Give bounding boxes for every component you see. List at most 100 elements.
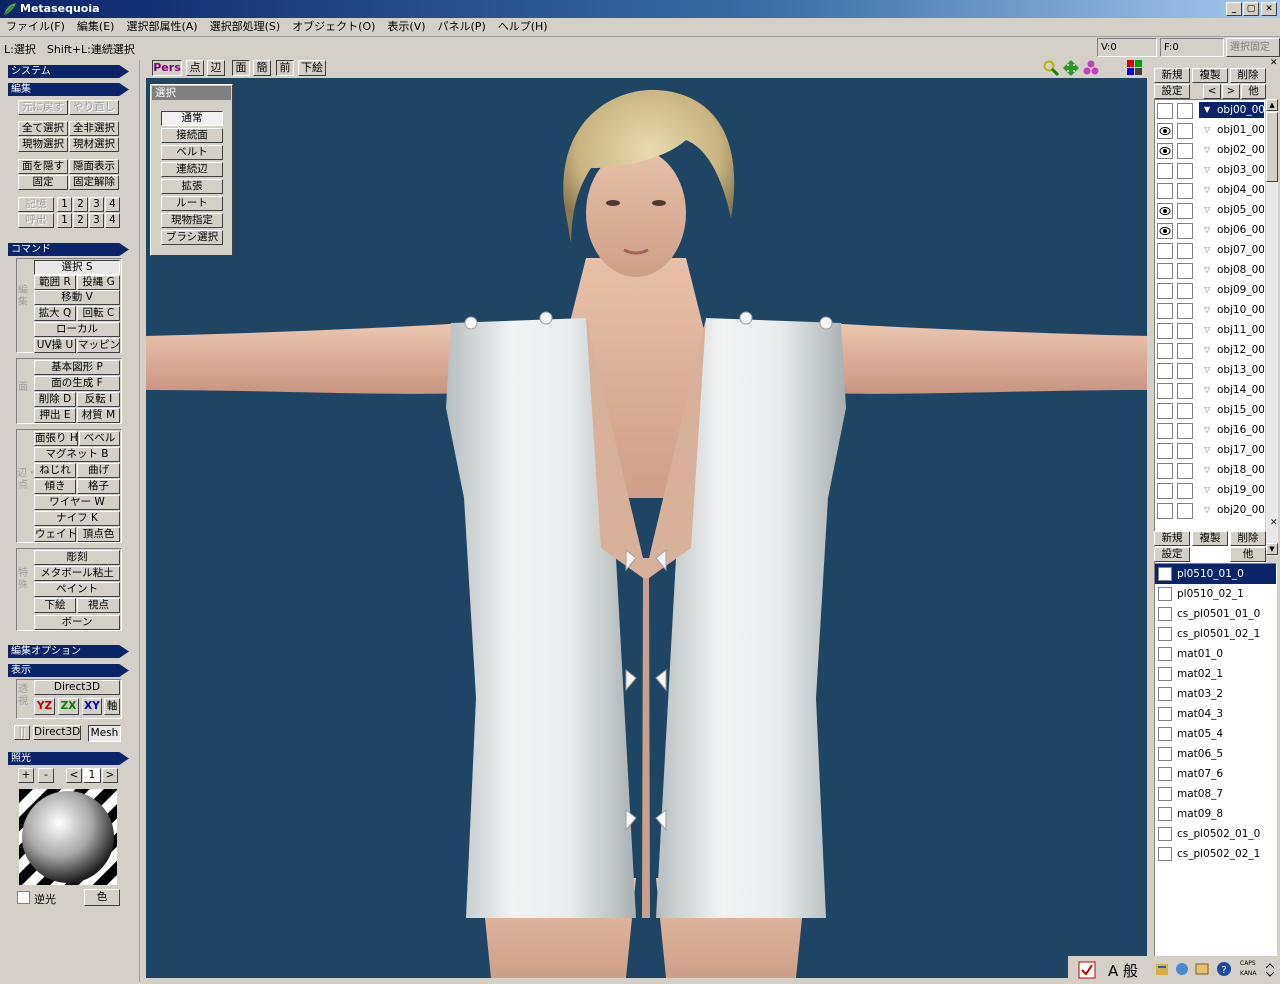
knife-command-button[interactable]: ナイフ K	[34, 511, 120, 526]
collapse-arrow-icon[interactable]: ▽	[1204, 182, 1210, 198]
object-lock-toggle[interactable]	[1177, 423, 1193, 439]
tab-face[interactable]: 面	[232, 60, 250, 76]
object-row[interactable]: obj07_00 ▽	[1155, 240, 1264, 260]
range-command-button[interactable]: 範囲 R	[34, 275, 76, 290]
uv-command-button[interactable]: UV操 U	[34, 338, 76, 353]
object-lock-toggle[interactable]	[1177, 343, 1193, 359]
tab-edge[interactable]: 辺	[207, 60, 225, 76]
object-row[interactable]: obj14_00 ▽	[1155, 380, 1264, 400]
object-row[interactable]: obj03_00 ▽	[1155, 160, 1264, 180]
selection-lock-button[interactable]: 選択固定	[1226, 38, 1280, 57]
mapping-command-button[interactable]: マッピング	[77, 338, 120, 353]
object-visibility-toggle[interactable]	[1157, 203, 1173, 219]
select-all-button[interactable]: 全て選択	[18, 121, 68, 136]
collapse-arrow-icon[interactable]: ▽	[1204, 162, 1210, 178]
object-visibility-toggle[interactable]	[1157, 283, 1173, 299]
material-checkbox[interactable]	[1158, 767, 1172, 781]
magnet-command-button[interactable]: マグネット B	[34, 447, 120, 462]
flip-command-button[interactable]: 反転 I	[77, 392, 120, 407]
tab-simple[interactable]: 簡	[253, 60, 271, 76]
sel-mode-edge-loop[interactable]: 連続辺	[161, 162, 223, 177]
menu-edit[interactable]: 編集(E)	[71, 18, 121, 36]
object-lock-toggle[interactable]	[1177, 403, 1193, 419]
section-edit[interactable]: 編集	[8, 83, 129, 96]
collapse-arrow-icon[interactable]: ▽	[1204, 422, 1210, 438]
light-color-button[interactable]: 色	[84, 889, 120, 906]
tab-vertex[interactable]: 点	[186, 60, 204, 76]
move-command-button[interactable]: 移動 V	[34, 290, 120, 305]
object-row[interactable]: obj19_00 ▽	[1155, 480, 1264, 500]
material-row[interactable]: cs_pl0501_02_1	[1155, 624, 1276, 644]
memory-slot-2[interactable]: 2	[73, 197, 88, 212]
object-next-button[interactable]: >	[1222, 84, 1240, 99]
vertex-color-command-button[interactable]: 頂点色	[77, 527, 120, 542]
menu-object[interactable]: オブジェクト(O)	[286, 18, 381, 36]
object-row[interactable]: obj06_00 ▽	[1155, 220, 1264, 240]
collapse-arrow-icon[interactable]: ▽	[1204, 122, 1210, 138]
help-icon[interactable]: ?	[1216, 961, 1232, 977]
collapse-arrow-icon[interactable]: ▽	[1204, 262, 1210, 278]
close-button[interactable]: ✕	[1261, 2, 1277, 16]
collapse-arrow-icon[interactable]: ▽	[1204, 462, 1210, 478]
object-row[interactable]: obj04_00 ▽	[1155, 180, 1264, 200]
deselect-all-button[interactable]: 全非選択	[69, 121, 119, 136]
sel-mode-connected-face[interactable]: 接続面	[161, 128, 223, 143]
ime-mode-indicator[interactable]: A 般	[1108, 960, 1138, 981]
material-delete-button[interactable]: 削除	[1230, 531, 1266, 546]
collapse-arrow-icon[interactable]: ▽	[1204, 302, 1210, 318]
sel-mode-brush[interactable]: ブラシ選択	[161, 230, 223, 245]
object-row[interactable]: obj05_00 ▽	[1155, 200, 1264, 220]
object-lock-toggle[interactable]	[1177, 183, 1193, 199]
collapse-arrow-icon[interactable]: ▽	[1204, 342, 1210, 358]
object-visibility-toggle[interactable]	[1157, 163, 1173, 179]
material-row[interactable]: cs_pl0502_01_0	[1155, 824, 1276, 844]
direct3d-toggle[interactable]: Direct3D	[34, 680, 120, 695]
minimize-button[interactable]: _	[1226, 2, 1242, 16]
material-row[interactable]: mat06_5	[1155, 744, 1276, 764]
3d-viewport[interactable]	[146, 78, 1147, 978]
object-lock-toggle[interactable]	[1177, 503, 1193, 519]
tab-underlay[interactable]: 下絵	[298, 60, 326, 76]
material-row[interactable]: mat02_1	[1155, 664, 1276, 684]
object-visibility-toggle[interactable]	[1157, 143, 1173, 159]
collapse-arrow-icon[interactable]: ▽	[1204, 482, 1210, 498]
sel-mode-belt[interactable]: ベルト	[161, 145, 223, 160]
object-row[interactable]: obj10_00 ▽	[1155, 300, 1264, 320]
material-command-button[interactable]: 材質 M	[77, 408, 120, 423]
select-current-material-button[interactable]: 現材選択	[69, 137, 119, 152]
object-duplicate-button[interactable]: 複製	[1192, 68, 1228, 83]
lasso-command-button[interactable]: 投縄 G	[77, 275, 120, 290]
undo-button[interactable]: 元に戻す	[18, 100, 68, 115]
sculpt-command-button[interactable]: 彫刻	[34, 550, 120, 565]
scroll-down-arrow[interactable]: ▼	[1266, 543, 1278, 555]
light-prev-button[interactable]: <	[66, 768, 82, 783]
object-panel-close-icon[interactable]: ✕	[1270, 58, 1278, 68]
object-visibility-toggle[interactable]	[1157, 103, 1173, 119]
collapse-arrow-icon[interactable]: ▽	[1204, 282, 1210, 298]
material-new-button[interactable]: 新規	[1154, 531, 1190, 546]
object-row[interactable]: obj18_00 ▽	[1155, 460, 1264, 480]
object-row[interactable]: obj09_00 ▽	[1155, 280, 1264, 300]
extrude-command-button[interactable]: 押出 E	[34, 408, 76, 423]
object-row[interactable]: obj15_00 ▽	[1155, 400, 1264, 420]
ime-tool-icon[interactable]	[1078, 961, 1096, 979]
bevel-command-button[interactable]: ベベル	[79, 431, 120, 446]
object-lock-toggle[interactable]	[1177, 263, 1193, 279]
object-visibility-toggle[interactable]	[1157, 303, 1173, 319]
material-checkbox[interactable]	[1158, 747, 1172, 761]
material-row[interactable]: cs_pl0502_02_1	[1155, 844, 1276, 864]
recall-slot-1[interactable]: 1	[57, 213, 72, 228]
menu-selection-proc[interactable]: 選択部処理(S)	[204, 18, 287, 36]
object-visibility-toggle[interactable]	[1157, 243, 1173, 259]
collapse-arrow-icon[interactable]: ▽	[1204, 322, 1210, 338]
object-other-button[interactable]: 他	[1241, 84, 1266, 99]
object-lock-toggle[interactable]	[1177, 323, 1193, 339]
object-lock-toggle[interactable]	[1177, 123, 1193, 139]
fix-button[interactable]: 固定	[18, 175, 68, 190]
object-visibility-toggle[interactable]	[1157, 123, 1173, 139]
recall-slot-4[interactable]: 4	[105, 213, 120, 228]
weight-command-button[interactable]: ウェイト	[34, 527, 76, 542]
material-checkbox[interactable]	[1158, 647, 1172, 661]
menu-selection-attr[interactable]: 選択部属性(A)	[120, 18, 203, 36]
object-settings-button[interactable]: 設定	[1154, 84, 1190, 99]
